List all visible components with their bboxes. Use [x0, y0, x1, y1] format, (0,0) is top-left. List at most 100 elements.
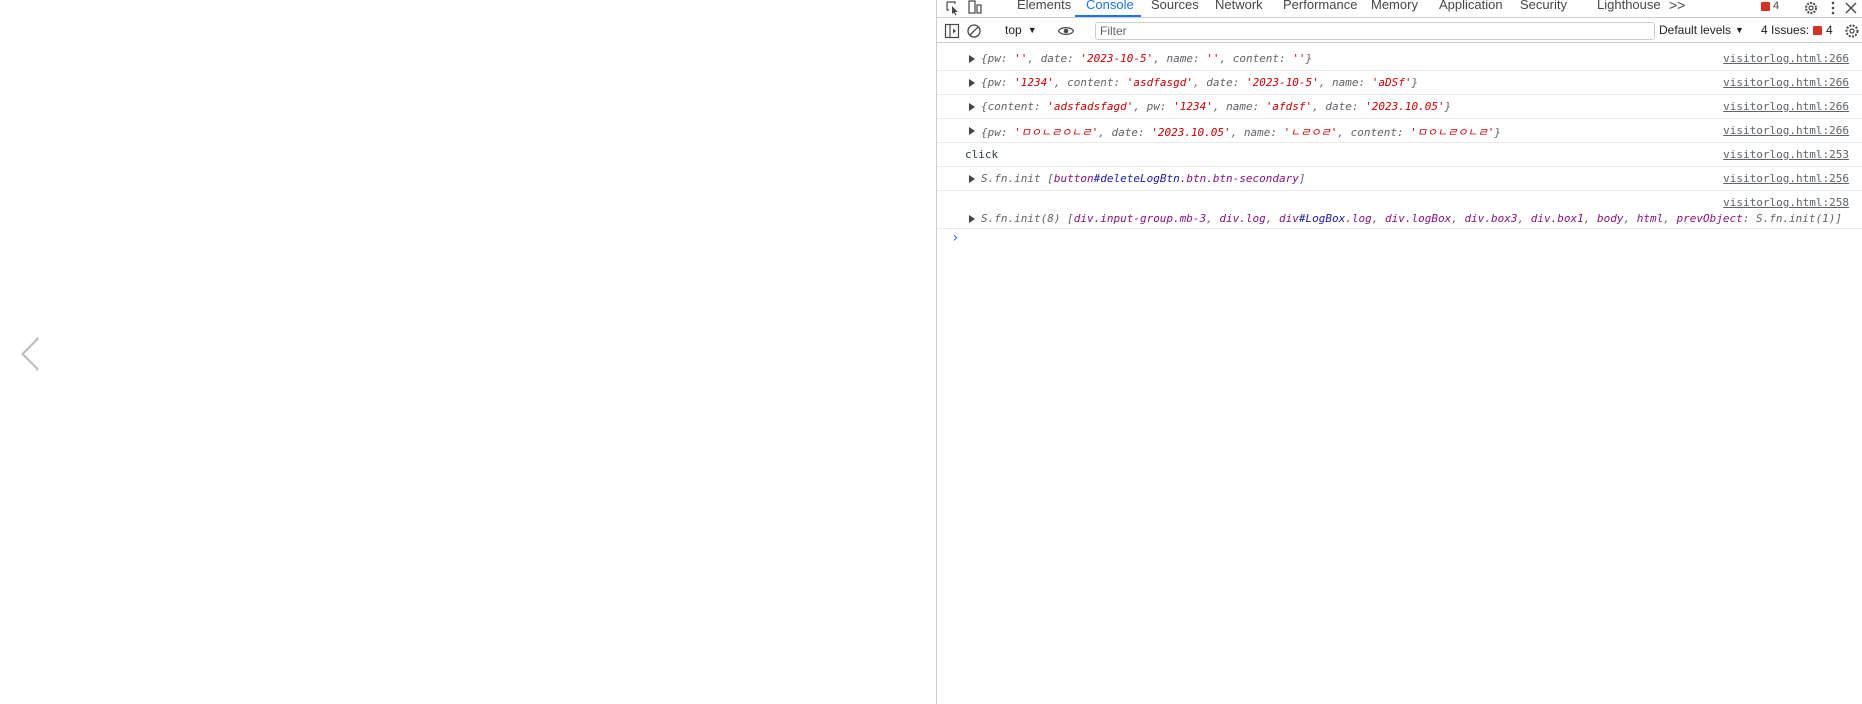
issue-flag-icon: [1813, 25, 1823, 35]
console-message-row[interactable]: {pw: '', date: '2023-10-5', name: '', co…: [937, 47, 1862, 71]
tab-memory[interactable]: Memory: [1371, 0, 1418, 17]
console-message-row: click visitorlog.html:253: [937, 143, 1862, 167]
message-token: }: [1305, 52, 1313, 65]
message-token: #deleteLogBtn: [1093, 172, 1180, 185]
source-link[interactable]: visitorlog.html:253: [1723, 148, 1849, 161]
message-token: , date:: [1098, 126, 1152, 139]
context-label: top: [1005, 23, 1022, 37]
message-token: {pw:: [981, 76, 1015, 89]
message-token: {content:: [981, 100, 1048, 113]
tab-elements[interactable]: Elements: [1017, 0, 1071, 17]
message-token: , content:: [1219, 52, 1293, 65]
close-icon[interactable]: [1843, 0, 1859, 16]
console-toolbar: top ▼ Default levels ▼ 4 Issues: 4: [937, 19, 1862, 43]
message-token: 'aDSf': [1371, 76, 1412, 89]
source-link[interactable]: visitorlog.html:266: [1723, 124, 1849, 137]
console-message-text: {content: 'adsfadsfagd', pw: '1234', nam…: [981, 100, 1451, 113]
tab-lighthouse[interactable]: Lighthouse: [1597, 0, 1661, 17]
message-token: '': [1206, 52, 1220, 65]
message-token: , name:: [1318, 76, 1372, 89]
source-link[interactable]: visitorlog.html:266: [1723, 52, 1849, 65]
issues-button[interactable]: 4 Issues: 4: [1761, 23, 1833, 37]
console-message-row[interactable]: {content: 'adsfadsfagd', pw: '1234', nam…: [937, 95, 1862, 119]
console-message-text: {pw: 'ㅁㅇㄴㄹㅇㄴㄹ', date: '2023.10.05', name…: [981, 124, 1501, 140]
more-tabs-button[interactable]: >>: [1669, 0, 1685, 13]
message-token: '1234': [1173, 100, 1213, 113]
clear-console-icon[interactable]: [965, 22, 983, 40]
gear-icon[interactable]: [1803, 0, 1819, 16]
message-token: , name:: [1153, 52, 1207, 65]
sidebar-toggle-icon[interactable]: [943, 22, 961, 40]
console-message-row[interactable]: {pw: '1234', content: 'asdfasgd', date: …: [937, 71, 1862, 95]
kebab-menu-icon[interactable]: [1825, 0, 1841, 16]
error-badge[interactable]: 4: [1761, 0, 1779, 12]
tab-security[interactable]: Security: [1520, 0, 1567, 17]
error-badge-count: 4: [1773, 0, 1780, 12]
expand-triangle-icon[interactable]: [969, 215, 975, 223]
message-token: div: [1279, 212, 1299, 225]
message-token: ]: [1298, 172, 1306, 185]
source-link[interactable]: visitorlog.html:266: [1723, 100, 1849, 113]
log-levels-dropdown[interactable]: Default levels ▼: [1659, 23, 1744, 37]
message-token: S.fn.init(8) [: [981, 212, 1074, 225]
message-token: div.logBox: [1385, 212, 1452, 225]
issues-count: 4: [1826, 23, 1833, 37]
message-token: ,: [1451, 212, 1465, 225]
expand-triangle-icon[interactable]: [969, 175, 975, 183]
message-token: prevObject: [1676, 212, 1743, 225]
console-message-text: click: [965, 148, 998, 161]
tab-sources[interactable]: Sources: [1151, 0, 1199, 17]
tab-application[interactable]: Application: [1439, 0, 1503, 17]
message-token: .btn.btn-secondary: [1179, 172, 1299, 185]
console-message-text: {pw: '', date: '2023-10-5', name: '', co…: [981, 52, 1312, 65]
message-token: 'asdfasgd': [1126, 76, 1193, 89]
filter-input[interactable]: [1095, 22, 1655, 40]
message-token: .log: [1345, 212, 1372, 225]
message-token: , date:: [1312, 100, 1366, 113]
devtools-tabbar: Elements Console Sources Network Perform…: [937, 0, 1862, 18]
message-token: : S.fn.init(1)]: [1742, 212, 1843, 225]
tab-performance[interactable]: Performance: [1283, 0, 1357, 17]
message-token: body: [1596, 212, 1624, 225]
tab-network[interactable]: Network: [1215, 0, 1263, 17]
message-token: '': [1014, 52, 1028, 65]
console-message-row[interactable]: S.fn.init(8) [div.input-group.mb-3, div.…: [937, 191, 1862, 229]
chevron-down-icon: ▼: [1027, 25, 1037, 35]
message-token: '2023-10-5': [1080, 52, 1154, 65]
message-token: '2023-10-5': [1245, 76, 1319, 89]
message-token: ,: [1265, 212, 1280, 225]
message-token: ,: [1583, 212, 1597, 225]
message-token: click: [965, 148, 999, 161]
message-token: {pw:: [981, 126, 1015, 139]
console-prompt[interactable]: ›: [951, 230, 959, 246]
message-token: }: [1444, 100, 1452, 113]
message-token: 'ㄴㄹㅇㄹ': [1283, 126, 1338, 139]
expand-triangle-icon[interactable]: [969, 55, 975, 63]
message-token: '1234': [1014, 76, 1054, 89]
inspect-element-icon[interactable]: [945, 0, 961, 16]
console-message-text: S.fn.init(8) [div.input-group.mb-3, div.…: [981, 212, 1842, 225]
device-toolbar-icon[interactable]: [967, 0, 983, 16]
message-token: , content:: [1337, 126, 1411, 139]
source-link[interactable]: visitorlog.html:266: [1723, 76, 1849, 89]
message-token: , pw:: [1133, 100, 1174, 113]
console-message-row[interactable]: S.fn.init [button#deleteLogBtn.btn.btn-s…: [937, 167, 1862, 191]
console-message-text: S.fn.init [button#deleteLogBtn.btn.btn-s…: [981, 172, 1306, 185]
console-log-area: {pw: '', date: '2023-10-5', name: '', co…: [937, 47, 1862, 229]
message-token: div.input-group.mb-3: [1073, 212, 1207, 225]
source-link[interactable]: visitorlog.html:258: [1723, 196, 1849, 209]
message-token: 'adsfadsfagd': [1047, 100, 1134, 113]
message-token: , content:: [1053, 76, 1127, 89]
eye-icon[interactable]: [1057, 22, 1075, 40]
context-selector[interactable]: top ▼: [1005, 23, 1037, 37]
expand-triangle-icon[interactable]: [969, 127, 975, 135]
message-token: button: [1053, 172, 1094, 185]
chevron-left-icon[interactable]: [10, 334, 50, 374]
console-settings-gear-icon[interactable]: [1843, 22, 1861, 40]
console-message-row[interactable]: {pw: 'ㅁㅇㄴㄹㅇㄴㄹ', date: '2023.10.05', name…: [937, 119, 1862, 143]
expand-triangle-icon[interactable]: [969, 79, 975, 87]
message-token: '2023.10.05': [1151, 126, 1231, 139]
expand-triangle-icon[interactable]: [969, 103, 975, 111]
message-token: ,: [1206, 212, 1220, 225]
source-link[interactable]: visitorlog.html:256: [1723, 172, 1849, 185]
